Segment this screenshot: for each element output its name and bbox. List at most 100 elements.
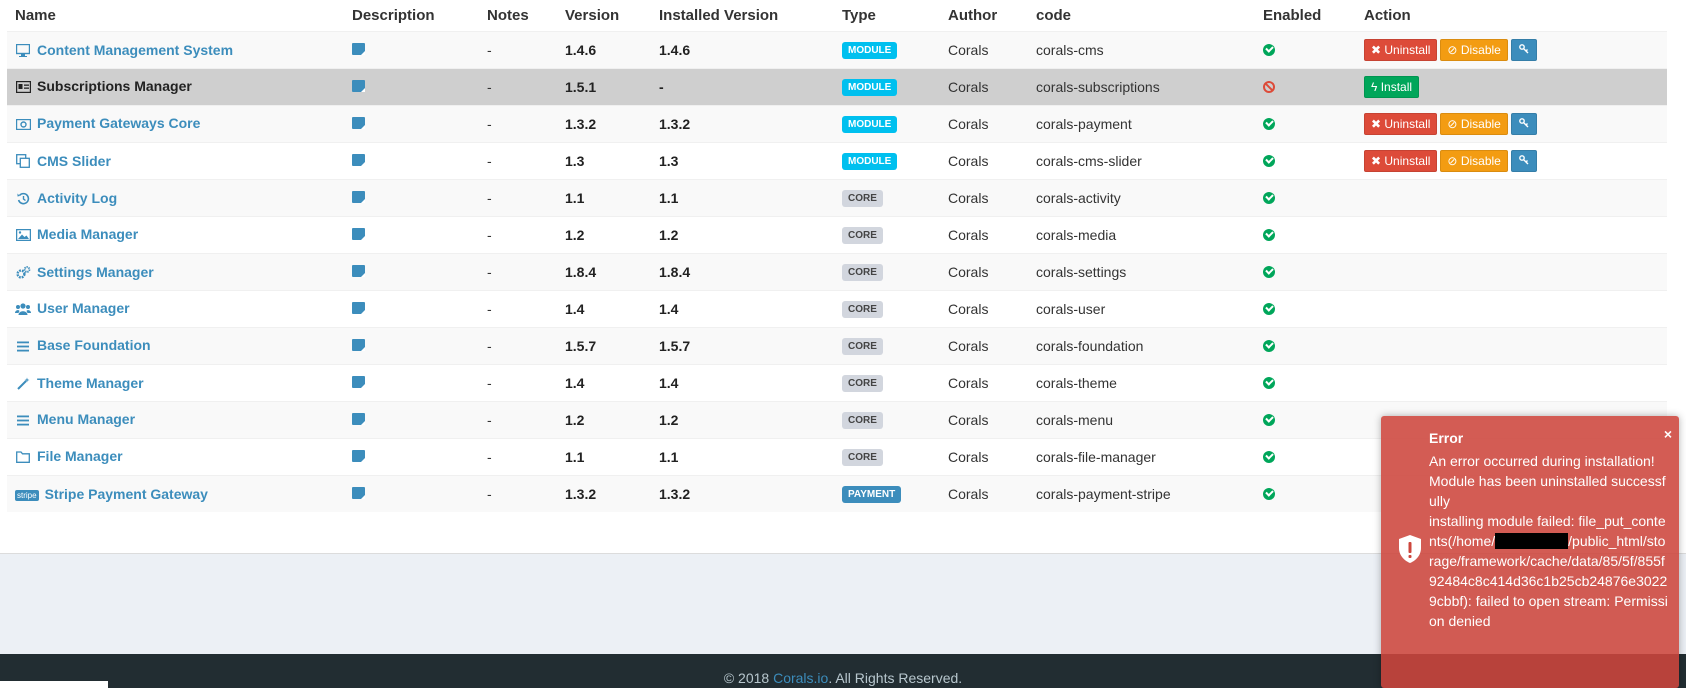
module-name-link[interactable]: Activity Log [37,190,117,206]
col-description[interactable]: Description [344,0,479,31]
type-badge: CORE [842,190,883,207]
cell-description [344,326,479,364]
cell-action [1356,178,1667,216]
module-name-link[interactable]: Settings Manager [37,264,154,280]
toast-message: An error occurred during installation! M… [1429,451,1669,631]
table-row: Subscriptions Manager -1.5.1- MODULE Corals… [7,67,1667,105]
type-badge: CORE [842,264,883,281]
license-key-button[interactable] [1510,38,1537,61]
col-name[interactable]: Name [7,0,344,31]
cell-type: CORE [834,215,940,253]
cell-description [344,67,479,105]
error-toast[interactable]: × Error An error occurred during install… [1381,416,1679,688]
uninstall-label: Uninstall [1384,153,1431,168]
module-name-link[interactable]: Payment Gateways Core [37,115,200,131]
ban-icon: ⊘ [1447,153,1461,168]
cell-code: corals-payment-stripe [1028,474,1255,512]
cell-name: Theme Manager [7,363,344,401]
license-key-button[interactable] [1510,149,1537,172]
sticky-note-icon[interactable] [352,42,365,55]
cell-name: Media Manager [7,215,344,253]
cell-notes: - [479,104,557,142]
cell-installed-version: 1.4 [651,289,834,327]
sticky-note-icon[interactable] [352,227,365,240]
module-name-link[interactable]: Base Foundation [37,337,151,353]
sticky-note-icon[interactable] [352,486,365,499]
sticky-note-icon[interactable] [352,338,365,351]
cell-code: corals-menu [1028,400,1255,438]
col-version[interactable]: Version [557,0,651,31]
cell-type: CORE [834,363,940,401]
module-name-link[interactable]: CMS Slider [37,153,111,169]
module-name-link[interactable]: Media Manager [37,226,138,242]
cell-code: corals-activity [1028,178,1255,216]
bars-icon [15,415,31,429]
sticky-note-icon[interactable] [352,153,365,166]
key-icon [1518,154,1529,168]
col-author[interactable]: Author [940,0,1028,31]
key-icon [1518,117,1529,131]
cell-action [1356,215,1667,253]
col-type[interactable]: Type [834,0,940,31]
cell-name: Content Management System [7,30,344,68]
sticky-note-icon[interactable] [352,190,365,203]
cell-description [344,30,479,68]
cell-version: 1.3.2 [557,104,651,142]
module-name-link[interactable]: Menu Manager [37,411,135,427]
cell-enabled [1255,215,1356,253]
disable-button[interactable]: ⊘ Disable [1440,38,1508,61]
cell-type: MODULE [834,141,940,179]
users-icon [15,303,31,317]
col-code[interactable]: code [1028,0,1255,31]
footer-link[interactable]: Corals.io [773,670,828,686]
module-name-link[interactable]: Subscriptions Manager [37,78,192,94]
cell-type: MODULE [834,67,940,105]
license-key-button[interactable] [1510,112,1537,135]
cell-action [1356,363,1667,401]
module-name-link[interactable]: Stripe Payment Gateway [45,486,208,502]
cell-version: 1.5.7 [557,326,651,364]
cell-installed-version: 1.2 [651,400,834,438]
sticky-note-icon[interactable] [352,79,365,92]
cell-author: Corals [940,474,1028,512]
install-button[interactable]: ϟ Install [1364,75,1420,98]
uninstall-button[interactable]: ✖ Uninstall [1364,149,1438,172]
module-name-link[interactable]: File Manager [37,448,123,464]
key-icon [1518,43,1529,57]
sticky-note-icon[interactable] [352,301,365,314]
uninstall-button[interactable]: ✖ Uninstall [1364,38,1438,61]
toast-close-icon[interactable]: × [1664,426,1672,442]
cell-description [344,252,479,290]
sticky-note-icon[interactable] [352,375,365,388]
sticky-note-icon[interactable] [352,264,365,277]
cell-author: Corals [940,289,1028,327]
sticky-note-icon[interactable] [352,449,365,462]
disable-button[interactable]: ⊘ Disable [1440,112,1508,135]
cell-author: Corals [940,141,1028,179]
cell-notes: - [479,363,557,401]
toast-title: Error [1429,430,1464,446]
cell-notes: - [479,67,557,105]
disable-label: Disable [1460,116,1501,131]
cell-type: CORE [834,178,940,216]
cell-version: 1.4.6 [557,30,651,68]
table-row: Theme Manager -1.4 1.4 CORE Corals corals-the… [7,363,1667,401]
sticky-note-icon[interactable] [352,116,365,129]
cell-description [344,141,479,179]
sticky-note-icon[interactable] [352,412,365,425]
disable-button[interactable]: ⊘ Disable [1440,149,1508,172]
check-circle-icon [1263,228,1275,241]
shield-alert-icon [1399,535,1421,563]
col-notes[interactable]: Notes [479,0,557,31]
cell-author: Corals [940,215,1028,253]
col-enabled[interactable]: Enabled [1255,0,1356,31]
module-name-link[interactable]: Theme Manager [37,375,144,391]
cell-code: corals-media [1028,215,1255,253]
check-circle-icon [1263,154,1275,167]
module-name-link[interactable]: Content Management System [37,42,233,58]
col-installed-version[interactable]: Installed Version [651,0,834,31]
module-name-link[interactable]: User Manager [37,300,130,316]
uninstall-button[interactable]: ✖ Uninstall [1364,112,1438,135]
cell-code: corals-cms [1028,30,1255,68]
cell-installed-version: 1.5.7 [651,326,834,364]
